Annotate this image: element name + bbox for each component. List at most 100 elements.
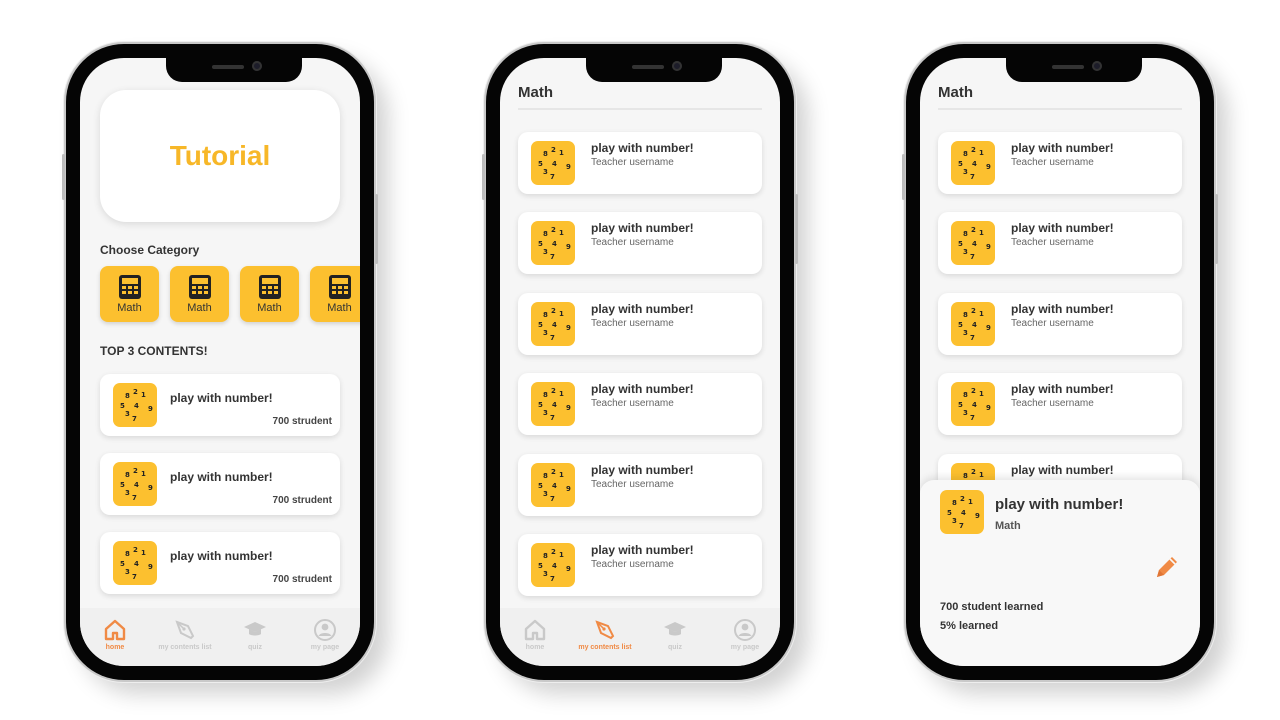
nav-my-page[interactable]: my page bbox=[710, 618, 780, 651]
svg-text:9: 9 bbox=[148, 484, 153, 492]
students-learned: 700 student learned bbox=[940, 601, 1044, 613]
content-list-item-2[interactable]: 21 85 4 9 37 play with number! Teacher usern… bbox=[938, 212, 1182, 274]
content-title: play with number! bbox=[170, 549, 273, 563]
top-content-card-3[interactable]: 21 85 4 9 37 play with number! 700 strudent bbox=[100, 532, 340, 594]
svg-text:1: 1 bbox=[979, 229, 984, 237]
number-thumbnail: 21 85 4 9 37 bbox=[113, 462, 157, 506]
content-list-item-1[interactable]: 21 85 4 9 37 play with number! Teacher usern… bbox=[518, 132, 762, 194]
svg-text:7: 7 bbox=[550, 495, 555, 503]
svg-text:5: 5 bbox=[538, 562, 543, 570]
svg-text:1: 1 bbox=[559, 149, 564, 157]
content-list-item-2[interactable]: 21 85 4 9 37 play with number! Teacher usern… bbox=[518, 212, 762, 274]
phone-notch bbox=[586, 58, 722, 82]
category-math-2[interactable]: Math bbox=[170, 266, 229, 322]
svg-text:2: 2 bbox=[971, 146, 976, 154]
pencil-icon[interactable] bbox=[1152, 552, 1182, 582]
svg-text:7: 7 bbox=[550, 253, 555, 261]
numbers-icon: 21 85 4 9 37 bbox=[947, 495, 980, 530]
teacher-username: Teacher username bbox=[1011, 398, 1094, 409]
nav-my-contents-list[interactable]: my contents list bbox=[150, 618, 220, 651]
number-thumbnail: 21 85 4 9 37 bbox=[531, 463, 575, 507]
nav-label: my contents list bbox=[158, 644, 212, 651]
phone-home: Tutorial Choose Category Math Math Math … bbox=[62, 44, 378, 680]
content-list-item-6[interactable]: 21 85 4 9 37 play with number! Teacher usern… bbox=[518, 534, 762, 596]
teacher-username: Teacher username bbox=[591, 398, 674, 409]
nav-label: home bbox=[105, 644, 125, 651]
teacher-username: Teacher username bbox=[1011, 318, 1094, 329]
number-thumbnail: 21 85 4 9 37 bbox=[951, 221, 995, 265]
numbers-icon: 21 85 4 9 37 bbox=[120, 467, 153, 502]
nav-label: quiz bbox=[248, 644, 262, 651]
nav-home[interactable]: home bbox=[80, 618, 150, 651]
svg-text:5: 5 bbox=[538, 401, 543, 409]
content-detail-screen: Math 21854937 play with number! Teacher … bbox=[920, 58, 1200, 666]
svg-text:5: 5 bbox=[947, 509, 952, 517]
teacher-username: Teacher username bbox=[591, 157, 674, 168]
svg-text:4: 4 bbox=[552, 160, 557, 168]
number-thumbnail: 21 85 4 9 37 bbox=[531, 382, 575, 426]
svg-text:4: 4 bbox=[552, 321, 557, 329]
svg-text:2: 2 bbox=[551, 548, 556, 556]
svg-text:1: 1 bbox=[979, 390, 984, 398]
svg-text:8: 8 bbox=[543, 230, 548, 238]
content-list-item-5[interactable]: 21 85 4 9 37 play with number! Teacher usern… bbox=[518, 454, 762, 516]
number-thumbnail: 21 85 4 9 37 bbox=[113, 383, 157, 427]
top-content-card-1[interactable]: 21 85 4 9 37 play with number! 700 strudent bbox=[100, 374, 340, 436]
content-list-item-4[interactable]: 21 85 4 9 37 play with number! Teacher usern… bbox=[518, 373, 762, 435]
teacher-username: Teacher username bbox=[591, 318, 674, 329]
svg-text:8: 8 bbox=[125, 550, 130, 558]
nav-my-page[interactable]: my page bbox=[290, 618, 360, 651]
phone-notch bbox=[1006, 58, 1142, 82]
choose-category-label: Choose Category bbox=[100, 243, 200, 257]
svg-text:4: 4 bbox=[552, 401, 557, 409]
svg-text:3: 3 bbox=[963, 329, 968, 337]
svg-text:5: 5 bbox=[120, 402, 125, 410]
svg-text:1: 1 bbox=[559, 229, 564, 237]
svg-text:3: 3 bbox=[125, 568, 130, 576]
svg-text:1: 1 bbox=[141, 549, 146, 557]
svg-text:9: 9 bbox=[566, 324, 571, 332]
nav-quiz[interactable]: quiz bbox=[640, 618, 710, 651]
numbers-icon: 21 85 4 9 37 bbox=[958, 226, 991, 261]
nav-home[interactable]: home bbox=[500, 618, 570, 651]
svg-text:1: 1 bbox=[559, 390, 564, 398]
svg-text:2: 2 bbox=[971, 387, 976, 395]
svg-text:8: 8 bbox=[543, 552, 548, 560]
category-label: Math bbox=[117, 302, 142, 314]
category-label: Math bbox=[187, 302, 212, 314]
svg-text:3: 3 bbox=[952, 517, 957, 525]
svg-text:9: 9 bbox=[566, 485, 571, 493]
nav-quiz[interactable]: quiz bbox=[220, 618, 290, 651]
svg-text:9: 9 bbox=[148, 563, 153, 571]
content-title: play with number! bbox=[591, 543, 694, 557]
pen-nib-icon bbox=[595, 620, 615, 640]
top-content-card-2[interactable]: 21 85 4 9 37 play with number! 700 strudent bbox=[100, 453, 340, 515]
category-math-3[interactable]: Math bbox=[240, 266, 299, 322]
svg-text:3: 3 bbox=[543, 490, 548, 498]
tutorial-banner[interactable]: Tutorial bbox=[100, 90, 340, 222]
svg-text:7: 7 bbox=[959, 522, 964, 530]
content-list-item-3[interactable]: 21 85 4 9 37 play with number! Teacher usern… bbox=[518, 293, 762, 355]
home-screen: Tutorial Choose Category Math Math Math … bbox=[80, 58, 360, 666]
content-list-item-1[interactable]: 21 85 4 9 37 play with number! Teacher usern… bbox=[938, 132, 1182, 194]
svg-text:1: 1 bbox=[559, 551, 564, 559]
top-contents-label: TOP 3 CONTENTS! bbox=[100, 344, 208, 358]
student-count: 700 strudent bbox=[272, 495, 332, 506]
category-math-4[interactable]: Math bbox=[310, 266, 360, 322]
content-title: play with number! bbox=[1011, 302, 1114, 316]
svg-text:5: 5 bbox=[958, 401, 963, 409]
svg-text:8: 8 bbox=[543, 472, 548, 480]
nav-my-contents-list[interactable]: my contents list bbox=[570, 618, 640, 651]
content-list-item-3[interactable]: 21 85 4 9 37 play with number! Teacher usern… bbox=[938, 293, 1182, 355]
svg-text:9: 9 bbox=[566, 565, 571, 573]
svg-text:2: 2 bbox=[133, 467, 138, 475]
svg-text:1: 1 bbox=[979, 310, 984, 318]
student-count: 700 strudent bbox=[272, 416, 332, 427]
svg-text:9: 9 bbox=[566, 404, 571, 412]
svg-text:9: 9 bbox=[975, 512, 980, 520]
category-math-1[interactable]: Math bbox=[100, 266, 159, 322]
nav-label: home bbox=[525, 644, 545, 651]
svg-text:2: 2 bbox=[133, 388, 138, 396]
svg-text:7: 7 bbox=[970, 253, 975, 261]
content-list-item-4[interactable]: 21 85 4 9 37 play with number! Teacher usern… bbox=[938, 373, 1182, 435]
